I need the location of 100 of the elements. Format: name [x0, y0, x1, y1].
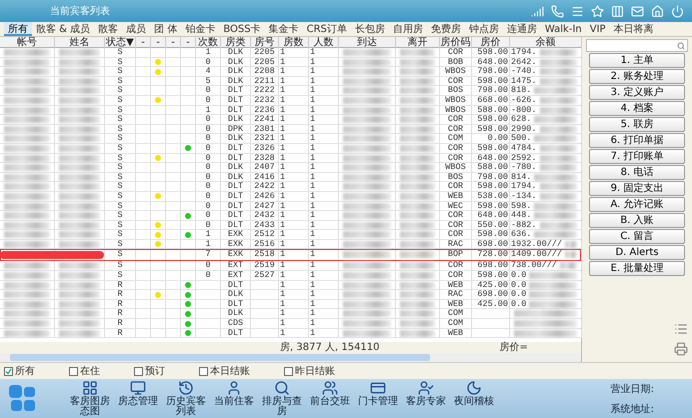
filter-checkbox[interactable]: 在住: [69, 364, 100, 378]
table-cell: 1: [310, 58, 316, 66]
table-cell: 1: [280, 240, 286, 248]
tab[interactable]: BOSS卡: [219, 22, 265, 36]
table-cell: 1: [280, 222, 286, 229]
tab[interactable]: 集金卡: [264, 22, 303, 36]
table-cell: DLT: [228, 154, 244, 162]
action-button[interactable]: C. 留言: [589, 229, 685, 244]
tab[interactable]: 铂金卡: [181, 22, 220, 36]
toolbar-button[interactable]: 前台交班: [308, 380, 352, 417]
table-cell: 4: [205, 68, 211, 76]
table-cell: 2990.: [511, 126, 537, 133]
action-button[interactable]: D. Alerts: [589, 245, 685, 260]
table-cell: COR: [448, 183, 464, 190]
table-cell: 0: [205, 135, 211, 142]
table-cell: EXT: [228, 262, 244, 270]
tab[interactable]: 连通房: [502, 22, 541, 36]
tab[interactable]: 钟点房: [464, 22, 503, 36]
action-button[interactable]: 8. 电话: [589, 165, 685, 180]
table-cell: 598.00: [477, 78, 508, 85]
tab[interactable]: 自用房: [388, 22, 427, 36]
table-cell: WEB: [448, 192, 464, 200]
table-cell: EXT: [228, 272, 244, 280]
column-header: -: [151, 37, 166, 48]
table-cell: R: [117, 330, 123, 337]
tab[interactable]: 长包房: [350, 22, 389, 36]
action-button[interactable]: 2. 账务处理: [589, 69, 685, 84]
filter-checkbox[interactable]: 预订: [134, 364, 165, 378]
action-button[interactable]: E. 批量处理: [589, 261, 685, 276]
column-header: 房价码: [440, 37, 472, 48]
table-cell: 1: [280, 231, 286, 238]
toolbar-button[interactable]: 客房图房态图: [68, 380, 112, 417]
column-header: 房价: [472, 37, 510, 48]
action-button[interactable]: 9. 固定支出: [589, 181, 685, 196]
tab[interactable]: VIP: [586, 22, 610, 36]
table-cell: S: [117, 96, 123, 104]
table-cell: COR: [448, 116, 464, 124]
table-cell: DLT: [228, 106, 244, 114]
table-cell: DLT: [228, 192, 244, 200]
column-header: 房号: [251, 37, 279, 48]
table-cell: S: [117, 183, 123, 190]
table-cell: DLK: [228, 58, 244, 66]
tab[interactable]: 散客 & 成员: [32, 22, 94, 36]
table-cell: 1: [310, 251, 316, 258]
column-header: 房类: [221, 37, 251, 48]
table-cell: 2205: [254, 58, 275, 66]
tab[interactable]: 所有: [4, 22, 32, 36]
toolbar-button[interactable]: 房态管理: [116, 380, 160, 417]
action-button[interactable]: 7. 打印账单: [589, 149, 685, 164]
tab[interactable]: CRS订单: [302, 22, 351, 36]
table-cell: 1: [280, 212, 286, 220]
toolbar-button[interactable]: 历史宾客列表: [164, 380, 208, 417]
table-cell: DLK: [228, 135, 244, 142]
table-cell: 598.00: [477, 144, 508, 152]
toolbar-button[interactable]: 夜间稽核: [452, 380, 496, 417]
table-cell: 648.00: [477, 154, 508, 162]
tab[interactable]: 团 体: [150, 22, 182, 36]
table-cell: S: [117, 126, 123, 133]
toolbar-button[interactable]: 门卡管理: [356, 380, 400, 417]
tab[interactable]: 免费房: [426, 22, 465, 36]
column-header: -: [136, 37, 151, 48]
table-cell: COR: [448, 144, 464, 152]
table-cell: WEB: [448, 300, 464, 308]
table-cell: 0: [205, 183, 211, 190]
table-cell: R: [117, 310, 123, 318]
table-cell: WBOS: [445, 106, 466, 114]
table-cell: 2416: [254, 174, 275, 181]
filter-checkbox[interactable]: 本日结账: [199, 364, 250, 378]
filter-checkbox[interactable]: 昨日结账: [284, 364, 335, 378]
table-cell: 5: [205, 78, 211, 85]
table-cell: COR: [448, 272, 464, 280]
table-cell: 1: [280, 192, 286, 200]
action-button[interactable]: 5. 联房: [589, 117, 685, 132]
table-cell: S: [117, 49, 123, 56]
tab[interactable]: Walk-In: [540, 22, 586, 36]
table-cell: 0: [205, 262, 211, 270]
action-button[interactable]: 1. 主单: [589, 53, 685, 68]
filter-checkbox[interactable]: 所有: [4, 364, 35, 378]
table-cell: 1: [280, 154, 286, 162]
tab[interactable]: 散客: [94, 22, 122, 36]
table-cell: 2592.: [511, 154, 537, 162]
toolbar-button[interactable]: 客房专家: [404, 380, 448, 417]
action-button[interactable]: A. 允许记账: [589, 197, 685, 212]
table-cell: S: [117, 212, 123, 220]
tab[interactable]: 成员: [122, 22, 150, 36]
table-cell: 1: [310, 144, 316, 152]
table-cell: DLK: [228, 116, 244, 124]
toolbar-button[interactable]: 当前住客: [212, 380, 256, 417]
action-button[interactable]: 3. 定义账户: [589, 85, 685, 100]
action-button[interactable]: 6. 打印单据: [589, 133, 685, 148]
table-cell: 1: [280, 174, 286, 181]
table-cell: S: [117, 164, 123, 172]
table-cell: 1: [280, 78, 286, 85]
tab[interactable]: 本日将离: [610, 22, 658, 36]
table-cell: DLK: [228, 291, 244, 298]
table-cell: 0: [205, 126, 211, 133]
toolbar-button[interactable]: 排房与查房: [260, 380, 304, 417]
action-button[interactable]: 4. 档案: [589, 101, 685, 116]
table-cell: 1: [280, 310, 286, 318]
action-button[interactable]: B. 入账: [589, 213, 685, 228]
